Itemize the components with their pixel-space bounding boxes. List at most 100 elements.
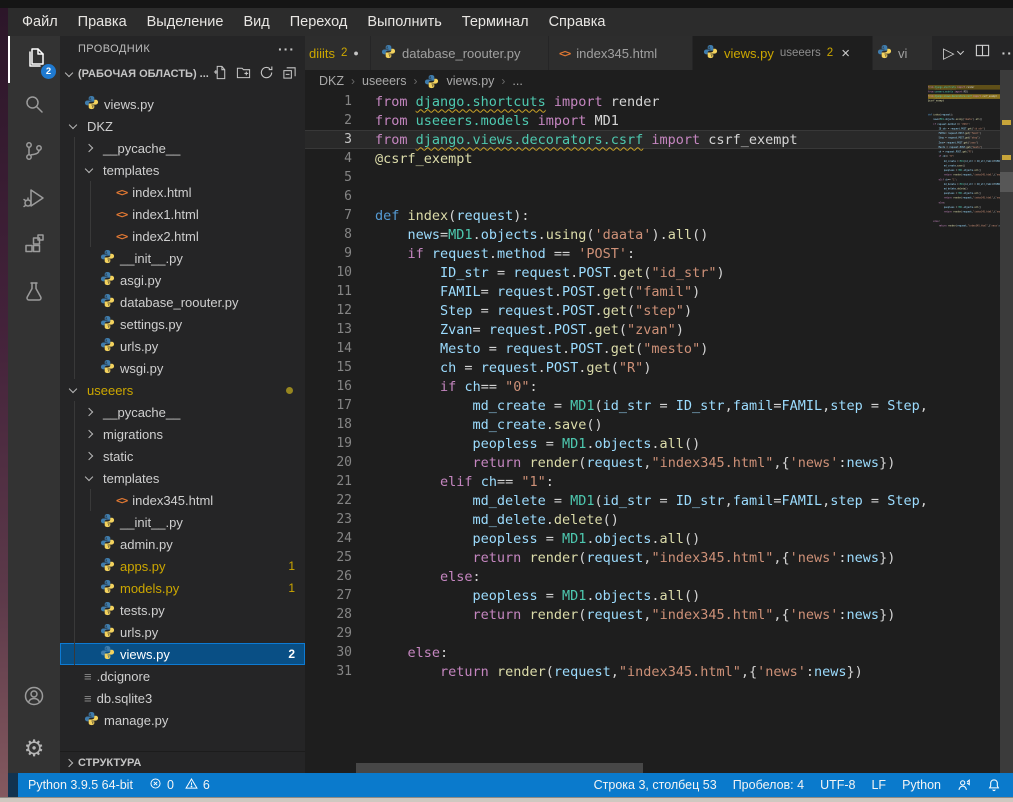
breadcrumb[interactable]: DKZ›useeers›views.py›... [305, 70, 1013, 92]
activity-settings[interactable]: ⚙ [8, 723, 60, 773]
close-icon[interactable]: × [841, 45, 850, 62]
activity-source-control[interactable] [8, 130, 60, 177]
tab-diiits[interactable]: diiits2● [305, 36, 371, 70]
tree-item--pycache-[interactable]: __pycache__ [60, 401, 305, 423]
status-indentation[interactable]: Пробелов: 4 [733, 778, 804, 792]
status-eol[interactable]: LF [871, 778, 886, 792]
more-actions-icon[interactable]: ··· [1002, 45, 1013, 61]
tree-item-label: index345.html [132, 493, 213, 508]
tree-item-urls-py[interactable]: urls.py [60, 621, 305, 643]
tree-item-admin-py[interactable]: admin.py [60, 533, 305, 555]
tree-item-index2-html[interactable]: <>index2.html [60, 225, 305, 247]
tab-database-roouter-py[interactable]: database_roouter.py [371, 36, 549, 70]
tab-vi[interactable]: vi [873, 36, 933, 70]
tree-item-apps-py[interactable]: apps.py1 [60, 555, 305, 577]
indent-guide [74, 577, 75, 599]
menu-item-6[interactable]: Терминал [452, 8, 539, 36]
warning-mark [1002, 120, 1011, 125]
vertical-scrollbar[interactable] [1000, 70, 1013, 773]
line-number: 10 [305, 265, 352, 280]
tree-item-dkz[interactable]: DKZ [60, 115, 305, 137]
split-editor-icon[interactable] [975, 43, 990, 63]
activity-extensions[interactable] [8, 224, 60, 271]
python-interpreter[interactable]: Python 3.9.5 64-bit [28, 778, 133, 792]
tree-item-label: wsgi.py [120, 361, 163, 376]
line-number: 23 [305, 512, 352, 527]
workspace-section-header[interactable]: (РАБОЧАЯ ОБЛАСТЬ) ... [60, 62, 305, 86]
activity-account[interactable] [8, 673, 60, 723]
tree-item-views-py[interactable]: views.py2 [60, 643, 305, 665]
indent-guide [74, 137, 75, 159]
error-icon [149, 777, 162, 793]
tree-item--init-py[interactable]: __init__.py [60, 247, 305, 269]
code-line: 3from django.views.decorators.csrf impor… [305, 130, 928, 149]
feedback-icon[interactable] [957, 778, 971, 792]
run-button[interactable]: ▷ [943, 44, 963, 62]
status-language-mode[interactable]: Python [902, 778, 941, 792]
tree-item-settings-py[interactable]: settings.py [60, 313, 305, 335]
new-file-icon[interactable] [213, 65, 228, 83]
tree-item-db-sqlite3[interactable]: ≡db.sqlite3 [60, 687, 305, 709]
tree-item-views-py[interactable]: views.py [60, 93, 305, 115]
problems-summary[interactable]: 06 [149, 777, 210, 793]
status-cursor-position[interactable]: Строка 3, столбец 53 [594, 778, 717, 792]
file-tree: views.pyDKZ__pycache__templates<>index.h… [60, 93, 305, 731]
tree-item-templates[interactable]: templates [60, 467, 305, 489]
tree-item-models-py[interactable]: models.py1 [60, 577, 305, 599]
tree-item-index-html[interactable]: <>index.html [60, 181, 305, 203]
tree-item-static[interactable]: static [60, 445, 305, 467]
tree-item-label: __init__.py [120, 251, 183, 266]
refresh-icon[interactable] [259, 65, 274, 83]
tree-item-tests-py[interactable]: tests.py [60, 599, 305, 621]
tree-item-urls-py[interactable]: urls.py [60, 335, 305, 357]
activity-testing[interactable] [8, 271, 60, 318]
menu-item-2[interactable]: Выделение [137, 8, 234, 36]
tree-item-wsgi-py[interactable]: wsgi.py [60, 357, 305, 379]
tree-item--pycache-[interactable]: __pycache__ [60, 137, 305, 159]
explorer-more-actions-icon[interactable]: ··· [278, 41, 295, 57]
tree-item-index345-html[interactable]: <>index345.html [60, 489, 305, 511]
new-folder-icon[interactable] [236, 65, 251, 83]
html-file-icon: <> [116, 208, 127, 221]
tree-item--dcignore[interactable]: ≡.dcignore [60, 665, 305, 687]
breadcrumb-item[interactable]: DKZ [319, 74, 344, 88]
activity-search[interactable] [8, 83, 60, 130]
python-file-icon [877, 44, 892, 62]
menu-item-7[interactable]: Справка [539, 8, 616, 36]
tree-item-index1-html[interactable]: <>index1.html [60, 203, 305, 225]
menu-item-1[interactable]: Правка [68, 8, 137, 36]
python-file-icon [100, 359, 115, 377]
tree-item-database-roouter-py[interactable]: database_roouter.py [60, 291, 305, 313]
tree-item-migrations[interactable]: migrations [60, 423, 305, 445]
workspace-actions [213, 65, 297, 83]
tree-item-templates[interactable]: templates [60, 159, 305, 181]
explorer-sidebar: ПРОВОДНИК ··· (РАБОЧАЯ ОБЛАСТЬ) ... view… [60, 36, 305, 773]
menu-item-4[interactable]: Переход [280, 8, 358, 36]
tree-item-label: templates [103, 163, 159, 178]
breadcrumb-item[interactable]: ... [512, 74, 522, 88]
status-encoding[interactable]: UTF-8 [820, 778, 855, 792]
code-line: 17 md_create = MD1(id_str = ID_str,famil… [305, 396, 928, 415]
outline-section-header[interactable]: СТРУКТУРА [60, 751, 305, 773]
tree-item-useeers[interactable]: useeers [60, 379, 305, 401]
tree-item-asgi-py[interactable]: asgi.py [60, 269, 305, 291]
breadcrumb-item[interactable]: useeers [362, 74, 406, 88]
activity-run-debug[interactable] [8, 177, 60, 224]
line-number: 14 [305, 341, 352, 356]
tree-item--init-py[interactable]: __init__.py [60, 511, 305, 533]
tree-item-manage-py[interactable]: manage.py [60, 709, 305, 731]
bell-icon[interactable] [987, 778, 1001, 792]
minimap[interactable]: from django.shortcuts import renderfrom … [928, 85, 1000, 585]
activity-explorer[interactable]: 2 [8, 36, 62, 83]
tab-label: views.py [724, 46, 774, 61]
menu-item-3[interactable]: Вид [233, 8, 279, 36]
menu-item-0[interactable]: Файл [12, 8, 68, 36]
code-line: 19 peopless = MD1.objects.all() [305, 434, 928, 453]
tab-views-py[interactable]: views.pyuseeers2× [693, 36, 873, 70]
menu-item-5[interactable]: Выполнить [357, 8, 451, 36]
code-line: 25 return render(request,"index345.html"… [305, 548, 928, 567]
breadcrumb-item[interactable]: views.py [446, 74, 494, 88]
collapse-all-icon[interactable] [282, 65, 297, 83]
code-editor[interactable]: 1from django.shortcuts import render2fro… [305, 92, 928, 773]
tab-index345-html[interactable]: <>index345.html [549, 36, 693, 70]
